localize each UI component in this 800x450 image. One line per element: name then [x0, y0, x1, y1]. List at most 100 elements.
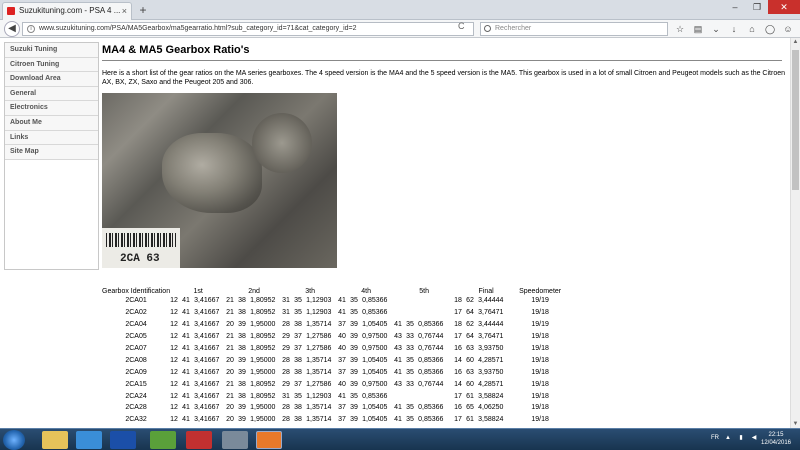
explorer-icon[interactable]: [42, 431, 68, 449]
ratio-cell: 0,85366: [362, 297, 388, 305]
reload-icon[interactable]: C: [458, 21, 465, 31]
ratio-cell: 0,76744: [418, 333, 444, 341]
ratio-cell: 39: [350, 368, 358, 376]
vertical-scrollbar[interactable]: ▲ ▼: [790, 38, 800, 428]
download-icon[interactable]: ↓: [728, 23, 740, 35]
ratio-cell: 1,95000: [250, 368, 276, 376]
table-row: 2CA09 12 41 3,41667 20 39 1,95000 28 38 1,35714 37…: [102, 366, 562, 378]
sidebar-item-download-area[interactable]: Download Area: [5, 72, 98, 87]
table-row: 2CA15 12 41 3,41667 21 38 1,80952 29 37 1,27586 40…: [102, 378, 562, 390]
photo-code: 2CA 63: [120, 253, 160, 265]
home-icon[interactable]: ⌂: [746, 23, 758, 35]
ratio-cell: 38: [294, 356, 302, 364]
search-placeholder: Rechercher: [495, 25, 532, 32]
start-button[interactable]: [3, 430, 25, 450]
scroll-up-icon[interactable]: ▲: [791, 38, 800, 46]
site-info-icon[interactable]: i: [27, 25, 35, 33]
table-row: 2CA32 12 41 3,41667 20 39 1,95000 28 38 1,35714 37…: [102, 414, 562, 426]
ratio-cell: 43: [394, 380, 402, 388]
sidebar-item-site-map[interactable]: Site Map: [5, 145, 98, 160]
ratio-cell: 21: [226, 333, 234, 341]
url-field[interactable]: i www.suzukituning.com/PSA/MA5Gearbox/ma…: [22, 22, 474, 36]
ratio-cell: 28: [282, 356, 290, 364]
bookmark-star-icon[interactable]: ☆: [674, 23, 686, 35]
ratio-cell: 1,95000: [250, 321, 276, 329]
ratio-cell: 41: [338, 297, 346, 305]
clock[interactable]: 22:15 12/04/2016: [756, 431, 796, 447]
pocket-icon[interactable]: ⌄: [710, 23, 722, 35]
close-window-button[interactable]: ✕: [768, 0, 800, 14]
ratio-cell: 35: [406, 416, 414, 424]
gearbox-id-cell: 2CA05: [125, 333, 147, 341]
ratio-cell: 0,85366: [418, 321, 444, 329]
ratio-cell: 62: [466, 297, 474, 305]
new-tab-button[interactable]: +: [136, 2, 150, 18]
ratio-cell: 12: [170, 392, 178, 400]
table-header-row: Gearbox Identification 1st 2nd 3th 4th 5…: [102, 277, 562, 295]
ratio-cell: 41: [182, 416, 190, 424]
internet-explorer-icon[interactable]: [76, 431, 102, 449]
ratio-cell: 1,05405: [362, 404, 388, 412]
addon-icon[interactable]: ☺: [782, 23, 794, 35]
back-button[interactable]: ◀: [4, 21, 20, 37]
ratio-cell: 0,97500: [362, 345, 388, 352]
maximize-button[interactable]: ❐: [746, 0, 768, 14]
window-controls: – ❐ ✕: [724, 0, 800, 14]
ratio-cell: 3,41667: [194, 380, 220, 388]
network-icon[interactable]: ▮: [737, 433, 745, 443]
ratio-cell: 1,12903: [306, 392, 332, 400]
ratio-cell: 29: [282, 380, 290, 388]
clock-app-icon[interactable]: [222, 431, 248, 449]
ratio-cell: 1,27586: [306, 345, 332, 352]
ratio-cell: 40: [338, 345, 346, 352]
ratio-cell: 31: [282, 309, 290, 317]
sidebar-item-citroen-tuning[interactable]: Citroen Tuning: [5, 57, 98, 73]
ratio-cell: 21: [226, 345, 234, 352]
ratio-cell: 38: [238, 309, 246, 317]
tab-close-icon[interactable]: ×: [122, 3, 127, 19]
scroll-down-icon[interactable]: ▼: [791, 420, 800, 428]
search-field[interactable]: Rechercher: [480, 22, 668, 36]
chat-icon[interactable]: ◯: [764, 23, 776, 35]
firefox-icon[interactable]: [256, 431, 282, 449]
ratio-cell: 3,76471: [478, 309, 504, 317]
ratio-cell: 18: [454, 321, 462, 329]
sidebar-item-general[interactable]: General: [5, 86, 98, 102]
ratio-cell: [418, 307, 454, 319]
pin-app-icon[interactable]: [186, 431, 212, 449]
gearbox-id-cell: 2CA15: [125, 380, 147, 388]
ratio-cell: 16: [454, 404, 462, 412]
ratio-cell: 3,58824: [478, 416, 504, 424]
ratio-cell: 3,41667: [194, 309, 220, 317]
ratio-cell: 4,28571: [478, 356, 504, 364]
photo-viewer-icon[interactable]: [150, 431, 176, 449]
ratio-cell: 17: [454, 416, 462, 424]
sidebar-item-links[interactable]: Links: [5, 130, 98, 146]
table-row: 2CA04 12 41 3,41667 20 39 1,95000 28 38 1,35714 37…: [102, 319, 562, 331]
ratio-cell: 35: [350, 297, 358, 305]
ratio-cell: 1,80952: [250, 392, 276, 400]
table-row: 2CA01 12 41 3,41667 21 38 1,80952 31 35 1,12903 41…: [102, 295, 562, 307]
tab-title: Suzukituning.com - PSA 4 ...: [19, 6, 121, 15]
media-player-icon[interactable]: [110, 431, 136, 449]
ratio-cell: 38: [238, 380, 246, 388]
language-indicator[interactable]: FR: [711, 433, 719, 443]
browser-tab[interactable]: Suzukituning.com - PSA 4 ... ×: [2, 2, 132, 20]
sidebar-item-about-me[interactable]: About Me: [5, 115, 98, 131]
sidebar-item-electronics[interactable]: Electronics: [5, 101, 98, 116]
ratio-cell: 1,80952: [250, 309, 276, 317]
scrollbar-thumb[interactable]: [792, 50, 799, 190]
minimize-button[interactable]: –: [724, 0, 746, 14]
ratio-cell: 35: [294, 392, 302, 400]
ratio-cell: 19/18: [531, 309, 549, 317]
ratio-cell: 1,05405: [362, 368, 388, 376]
ratio-cell: 1,95000: [250, 356, 276, 364]
ratio-cell: 61: [466, 416, 474, 424]
reading-list-icon[interactable]: ▤: [692, 23, 704, 35]
sidebar-item-suzuki-tuning[interactable]: Suzuki Tuning: [5, 43, 98, 58]
ratio-cell: 17: [454, 333, 462, 341]
ratio-cell: 40: [338, 333, 346, 341]
tray-arrow-icon[interactable]: ▲: [724, 433, 732, 443]
ratio-cell: 4,28571: [478, 380, 504, 388]
ratio-cell: 35: [406, 356, 414, 364]
